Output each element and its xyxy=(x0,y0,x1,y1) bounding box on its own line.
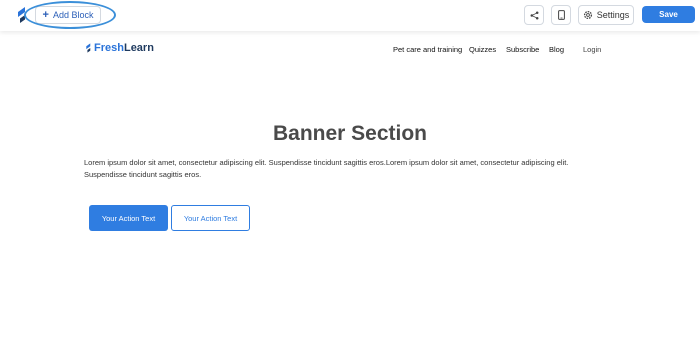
mobile-preview-button[interactable] xyxy=(551,5,571,25)
plus-icon: + xyxy=(42,8,49,21)
settings-label: Settings xyxy=(596,10,630,20)
settings-button[interactable]: Settings xyxy=(578,5,634,25)
secondary-action-button[interactable]: Your Action Text xyxy=(171,205,250,231)
save-button[interactable]: Save xyxy=(642,6,695,23)
freshlearn-logo-icon[interactable] xyxy=(14,6,28,24)
login-link[interactable]: Login xyxy=(583,45,601,54)
nav-link-subscribe[interactable]: Subscribe xyxy=(506,45,539,54)
freshlearn-logo-icon xyxy=(86,43,91,53)
site-logo[interactable]: FreshLearn xyxy=(84,42,154,54)
mobile-preview-icon xyxy=(557,10,565,20)
add-block-button[interactable]: + Add Block xyxy=(35,6,101,24)
brand-name: FreshLearn xyxy=(94,42,154,54)
banner-body-text: Lorem ipsum dolor sit amet, consectetur … xyxy=(84,158,569,179)
primary-action-button[interactable]: Your Action Text xyxy=(89,205,168,231)
nav-link-pet-care[interactable]: Pet care and training xyxy=(393,45,462,54)
editor-toolbar: + Add Block Settings Save xyxy=(0,0,700,31)
gear-icon xyxy=(583,10,592,20)
nav-link-blog[interactable]: Blog xyxy=(549,45,564,54)
banner-title: Banner Section xyxy=(272,122,428,145)
share-icon xyxy=(530,11,538,19)
nav-link-quizzes[interactable]: Quizzes xyxy=(469,45,496,54)
add-block-label: Add Block xyxy=(52,10,94,20)
share-button[interactable] xyxy=(524,5,544,25)
